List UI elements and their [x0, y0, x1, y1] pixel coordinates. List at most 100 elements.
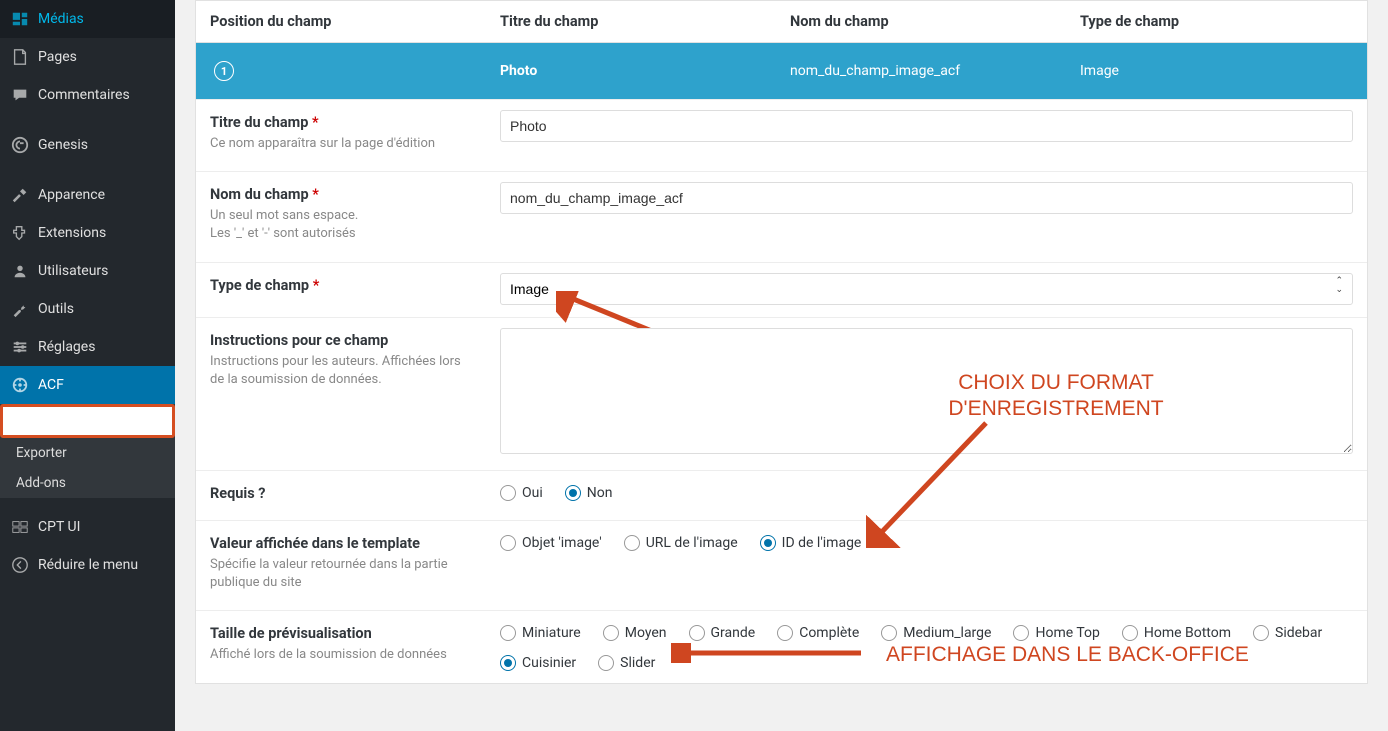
row-return-value: Valeur affichée dans le template Spécifi… [196, 520, 1367, 610]
radio-label: Sidebar [1275, 625, 1322, 641]
radio-label: Moyen [625, 625, 667, 641]
sidebar-item-tools[interactable]: Outils [0, 290, 175, 328]
sidebar-item-appearance[interactable]: Apparence [0, 176, 175, 214]
radio-button-icon [624, 535, 640, 551]
users-icon [10, 261, 30, 281]
radios-return: Objet 'image' URL de l'image ID de l'image [500, 531, 1353, 551]
sidebar-label: Apparence [38, 187, 105, 203]
radio-option[interactable]: Slider [598, 655, 655, 671]
radio-option[interactable]: Moyen [603, 625, 667, 641]
appearance-icon [10, 185, 30, 205]
sidebar-item-users[interactable]: Utilisateurs [0, 252, 175, 290]
radio-label: Cuisinier [522, 655, 576, 671]
sidebar-item-cptui[interactable]: CPT UI [0, 508, 175, 546]
radio-option[interactable]: Miniature [500, 625, 581, 641]
select-field-type[interactable]: Image [500, 273, 1353, 305]
radio-button-icon [598, 655, 614, 671]
sidebar-sub-label: ACF [16, 413, 41, 429]
radios-required: Oui Non [500, 481, 1353, 501]
acf-icon [10, 375, 30, 395]
radio-option[interactable]: Complète [777, 625, 859, 641]
radio-label: Miniature [522, 625, 581, 641]
field-title: Photo [486, 45, 776, 97]
radio-button-icon [500, 655, 516, 671]
plugin-icon [10, 223, 30, 243]
row-instructions: Instructions pour ce champ Instructions … [196, 317, 1367, 470]
sidebar-label: Réduire le menu [38, 557, 138, 573]
radio-label: Home Bottom [1144, 625, 1231, 641]
input-field-title[interactable] [500, 110, 1353, 142]
sidebar-submenu: ACF Exporter Add-ons [0, 404, 175, 498]
radio-option[interactable]: Home Bottom [1122, 625, 1231, 641]
sidebar-label: Genesis [38, 137, 88, 153]
sidebar-item-extensions[interactable]: Extensions [0, 214, 175, 252]
radio-button-icon [565, 485, 581, 501]
radio-button-icon [689, 625, 705, 641]
field-summary-row[interactable]: 1 Photo nom_du_champ_image_acf Image [196, 43, 1367, 99]
sidebar-item-media[interactable]: Médias [0, 0, 175, 38]
admin-sidebar: Médias Pages Commentaires Genesis Appare… [0, 0, 175, 731]
radio-label: Objet 'image' [522, 535, 602, 551]
desc-preview: Affiché lors de la soumission de données [210, 646, 472, 664]
sidebar-sub-addons[interactable]: Add-ons [0, 468, 175, 498]
comment-icon [10, 85, 30, 105]
sidebar-item-acf[interactable]: ACF [0, 366, 175, 404]
row-field-type: Type de champ * Image CHAMP IMAGE [196, 262, 1367, 317]
label-instr: Instructions pour ce champ [210, 332, 472, 349]
sidebar-label: Extensions [38, 225, 106, 241]
sidebar-item-comments[interactable]: Commentaires [0, 76, 175, 114]
desc-return: Spécifie la valeur retournée dans la par… [210, 556, 472, 592]
sidebar-label: ACF [38, 377, 64, 393]
main-content: Position du champ Titre du champ Nom du … [175, 0, 1388, 731]
acf-field-table: Position du champ Titre du champ Nom du … [195, 0, 1368, 684]
sidebar-sub-acf[interactable]: ACF [0, 404, 175, 438]
radio-option[interactable]: Non [565, 485, 613, 501]
sidebar-item-settings[interactable]: Réglages [0, 328, 175, 366]
radio-option[interactable]: Cuisinier [500, 655, 576, 671]
collapse-icon [10, 555, 30, 575]
radio-button-icon [1253, 625, 1269, 641]
label-title: Titre du champ * [210, 114, 472, 131]
radio-option[interactable]: Objet 'image' [500, 535, 602, 551]
radio-option[interactable]: Grande [689, 625, 756, 641]
desc-instr: Instructions pour les auteurs. Affichées… [210, 353, 472, 389]
row-field-title: Titre du champ * Ce nom apparaîtra sur l… [196, 99, 1367, 171]
radio-label: Medium_large [903, 625, 991, 641]
label-preview: Taille de prévisualisation [210, 625, 472, 642]
genesis-icon [10, 135, 30, 155]
radio-label: Oui [522, 485, 543, 501]
radio-option[interactable]: Home Top [1013, 625, 1099, 641]
sidebar-label: Pages [38, 49, 77, 65]
radio-label: Non [587, 485, 613, 501]
table-header-row: Position du champ Titre du champ Nom du … [196, 1, 1367, 43]
cptui-icon [10, 517, 30, 537]
sidebar-menu-tail: CPT UI Réduire le menu [0, 508, 175, 584]
radio-option[interactable]: URL de l'image [624, 535, 738, 551]
radio-button-icon [500, 625, 516, 641]
sidebar-menu-2: Genesis [0, 126, 175, 164]
sidebar-label: Utilisateurs [38, 263, 108, 279]
radio-label: ID de l'image [782, 535, 862, 551]
sidebar-item-genesis[interactable]: Genesis [0, 126, 175, 164]
radio-button-icon [777, 625, 793, 641]
label-type: Type de champ * [210, 277, 472, 294]
label-name: Nom du champ * [210, 186, 472, 203]
sidebar-label: Médias [38, 11, 84, 27]
input-field-name[interactable] [500, 182, 1353, 214]
radio-option[interactable]: Sidebar [1253, 625, 1322, 641]
sidebar-label: Réglages [38, 339, 95, 355]
sidebar-menu: Médias Pages Commentaires [0, 0, 175, 114]
header-title: Titre du champ [486, 1, 776, 42]
radio-label: URL de l'image [646, 535, 738, 551]
radio-option[interactable]: Oui [500, 485, 543, 501]
radios-preview: Miniature Moyen Grande Complète Medium_large… [500, 621, 1353, 671]
radio-label: Complète [799, 625, 859, 641]
sidebar-sub-export[interactable]: Exporter [0, 438, 175, 468]
radio-option[interactable]: Medium_large [881, 625, 991, 641]
sidebar-item-collapse[interactable]: Réduire le menu [0, 546, 175, 584]
field-position: 1 [196, 43, 486, 99]
textarea-instructions[interactable] [500, 328, 1353, 454]
sidebar-item-pages[interactable]: Pages [0, 38, 175, 76]
radio-option[interactable]: ID de l'image [760, 535, 862, 551]
sidebar-label: Commentaires [38, 87, 130, 103]
